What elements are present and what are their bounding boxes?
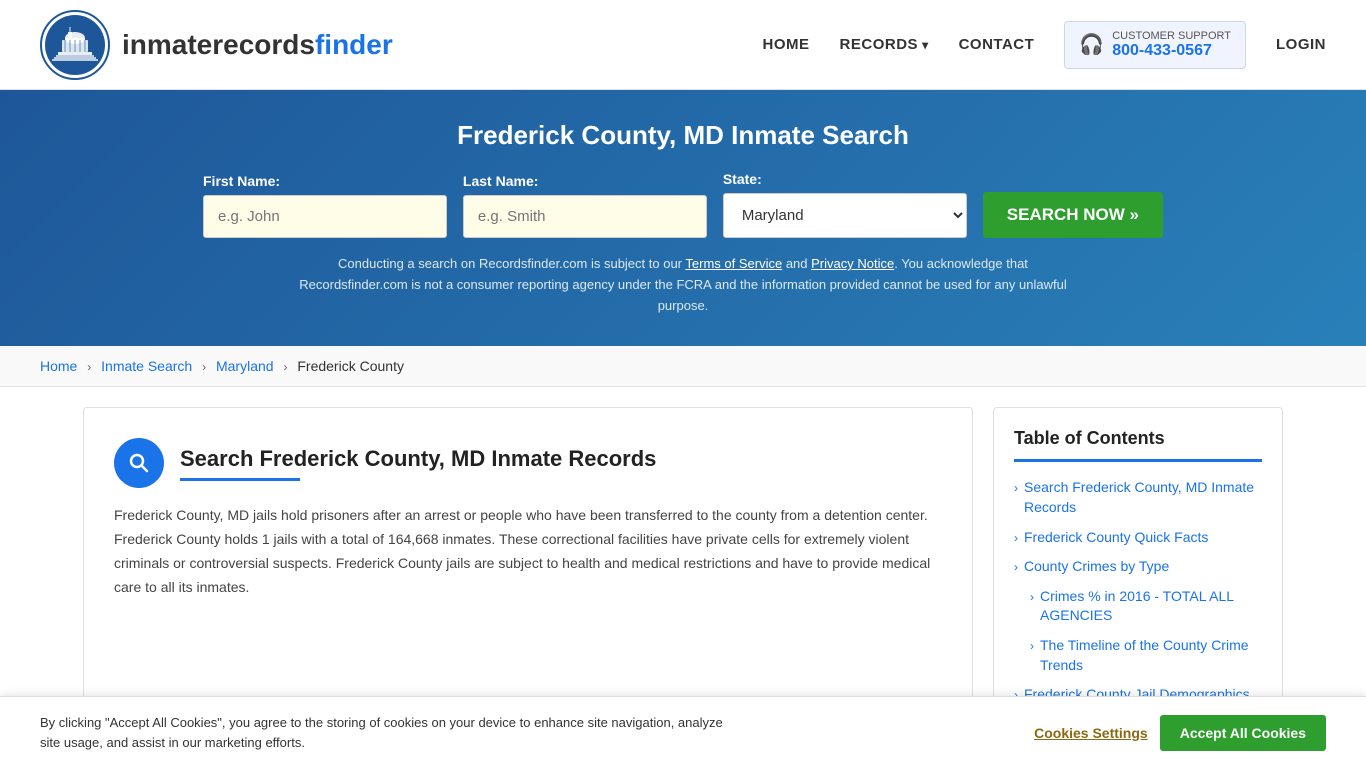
toc-divider bbox=[1014, 459, 1262, 462]
cookie-actions: Cookies Settings Accept All Cookies bbox=[1034, 715, 1326, 751]
breadcrumb-current: Frederick County bbox=[297, 358, 404, 374]
toc-item-2[interactable]: › Frederick County Quick Facts bbox=[1014, 528, 1262, 548]
toc-chevron-5: › bbox=[1030, 638, 1034, 655]
toc-chevron-4: › bbox=[1030, 589, 1034, 606]
first-name-label: First Name: bbox=[203, 173, 447, 189]
search-icon bbox=[114, 438, 164, 488]
state-label: State: bbox=[723, 171, 967, 187]
breadcrumb: Home › Inmate Search › Maryland › Freder… bbox=[0, 346, 1366, 387]
state-group: State: AlabamaAlaskaArizonaArkansasCalif… bbox=[723, 171, 967, 238]
logo[interactable]: inmaterecordsfinder bbox=[40, 10, 393, 80]
toc-item-3[interactable]: › County Crimes by Type bbox=[1014, 557, 1262, 577]
cookies-settings-button[interactable]: Cookies Settings bbox=[1034, 725, 1148, 741]
hero-section: Frederick County, MD Inmate Search First… bbox=[0, 90, 1366, 346]
accept-cookies-button[interactable]: Accept All Cookies bbox=[1160, 715, 1326, 751]
toc-chevron-3: › bbox=[1014, 559, 1018, 576]
main-nav: HOME RECORDS ▾ CONTACT 🎧 CUSTOMER SUPPOR… bbox=[763, 21, 1326, 69]
site-header: inmaterecordsfinder HOME RECORDS ▾ CONTA… bbox=[0, 0, 1366, 90]
toc-chevron-2: › bbox=[1014, 530, 1018, 547]
nav-home[interactable]: HOME bbox=[763, 36, 810, 53]
search-form: First Name: Last Name: State: AlabamaAla… bbox=[203, 171, 1163, 238]
breadcrumb-maryland[interactable]: Maryland bbox=[216, 358, 274, 374]
toc-item-5[interactable]: › The Timeline of the County Crime Trend… bbox=[1014, 636, 1262, 675]
hero-title: Frederick County, MD Inmate Search bbox=[40, 120, 1326, 151]
first-name-input[interactable] bbox=[203, 195, 447, 238]
content-area: Search Frederick County, MD Inmate Recor… bbox=[83, 407, 973, 735]
breadcrumb-sep-1: › bbox=[87, 360, 91, 374]
toc-item-1[interactable]: › Search Frederick County, MD Inmate Rec… bbox=[1014, 478, 1262, 517]
privacy-link[interactable]: Privacy Notice bbox=[811, 256, 894, 271]
tos-link[interactable]: Terms of Service bbox=[685, 256, 782, 271]
nav-login[interactable]: LOGIN bbox=[1276, 36, 1326, 53]
sidebar: Table of Contents › Search Frederick Cou… bbox=[993, 407, 1283, 735]
last-name-label: Last Name: bbox=[463, 173, 707, 189]
section-title-area: Search Frederick County, MD Inmate Recor… bbox=[114, 438, 942, 488]
first-name-group: First Name: bbox=[203, 173, 447, 238]
toc-item-4[interactable]: › Crimes % in 2016 - TOTAL ALL AGENCIES bbox=[1014, 587, 1262, 626]
search-button[interactable]: SEARCH NOW » bbox=[983, 192, 1163, 238]
support-details: CUSTOMER SUPPORT 800-433-0567 bbox=[1112, 30, 1231, 60]
last-name-group: Last Name: bbox=[463, 173, 707, 238]
logo-text: inmaterecordsfinder bbox=[122, 29, 393, 61]
customer-support[interactable]: 🎧 CUSTOMER SUPPORT 800-433-0567 bbox=[1064, 21, 1246, 69]
toc-title: Table of Contents bbox=[1014, 428, 1262, 449]
cookie-text: By clicking "Accept All Cookies", you ag… bbox=[40, 713, 740, 752]
section-title-text: Search Frederick County, MD Inmate Recor… bbox=[180, 446, 656, 481]
main-content: Search Frederick County, MD Inmate Recor… bbox=[43, 407, 1323, 735]
breadcrumb-sep-3: › bbox=[283, 360, 287, 374]
toc-box: Table of Contents › Search Frederick Cou… bbox=[993, 407, 1283, 735]
heading-underline bbox=[180, 478, 300, 481]
state-select[interactable]: AlabamaAlaskaArizonaArkansasCaliforniaCo… bbox=[723, 193, 967, 238]
headset-icon: 🎧 bbox=[1079, 32, 1104, 57]
chevron-down-icon: ▾ bbox=[922, 38, 929, 52]
toc-chevron-1: › bbox=[1014, 480, 1018, 497]
breadcrumb-inmate-search[interactable]: Inmate Search bbox=[101, 358, 192, 374]
section-heading: Search Frederick County, MD Inmate Recor… bbox=[180, 446, 656, 472]
nav-records[interactable]: RECORDS ▾ bbox=[840, 36, 929, 53]
cookie-banner: By clicking "Accept All Cookies", you ag… bbox=[0, 696, 1366, 768]
content-body: Frederick County, MD jails hold prisoner… bbox=[114, 504, 942, 599]
logo-icon bbox=[40, 10, 110, 80]
disclaimer-text: Conducting a search on Recordsfinder.com… bbox=[293, 254, 1073, 316]
breadcrumb-sep-2: › bbox=[202, 360, 206, 374]
breadcrumb-home[interactable]: Home bbox=[40, 358, 77, 374]
nav-contact[interactable]: CONTACT bbox=[959, 36, 1035, 53]
last-name-input[interactable] bbox=[463, 195, 707, 238]
